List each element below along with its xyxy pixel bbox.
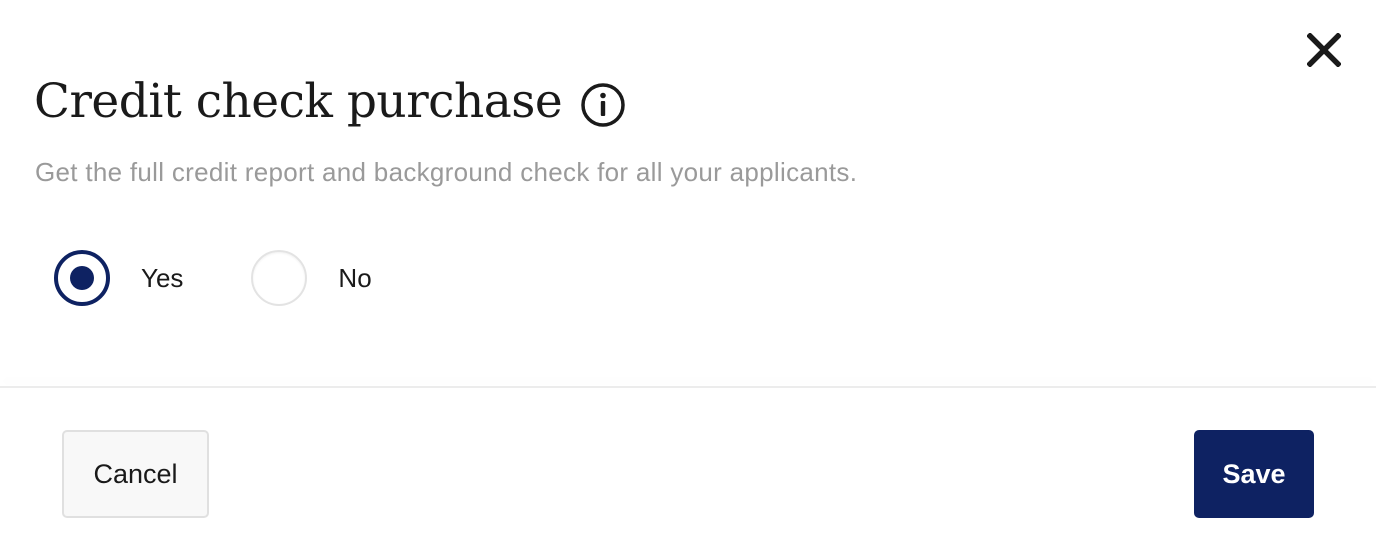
radio-no-unchecked[interactable] xyxy=(251,250,308,306)
radio-yes-label: Yes xyxy=(141,262,184,293)
radio-option-yes[interactable]: Yes xyxy=(54,250,183,306)
footer-divider xyxy=(0,386,1376,388)
cancel-button[interactable]: Cancel xyxy=(62,430,209,518)
close-button[interactable] xyxy=(1304,30,1344,70)
radio-no-label: No xyxy=(338,262,372,293)
credit-check-modal: Credit check purchase Get the full credi… xyxy=(0,0,1376,550)
modal-footer: Cancel Save xyxy=(0,430,1376,518)
radio-yes-checked[interactable] xyxy=(54,250,110,306)
radio-dot xyxy=(70,266,94,290)
info-circle-icon xyxy=(581,83,625,127)
radio-option-no[interactable]: No xyxy=(251,250,372,306)
credit-check-radio-group: Yes No xyxy=(54,250,372,306)
modal-subtitle: Get the full credit report and backgroun… xyxy=(35,157,858,187)
close-icon xyxy=(1307,33,1341,67)
info-button[interactable] xyxy=(580,82,626,128)
modal-title: Credit check purchase xyxy=(34,74,563,129)
modal-header: Credit check purchase xyxy=(34,72,626,132)
save-button[interactable]: Save xyxy=(1194,430,1314,518)
